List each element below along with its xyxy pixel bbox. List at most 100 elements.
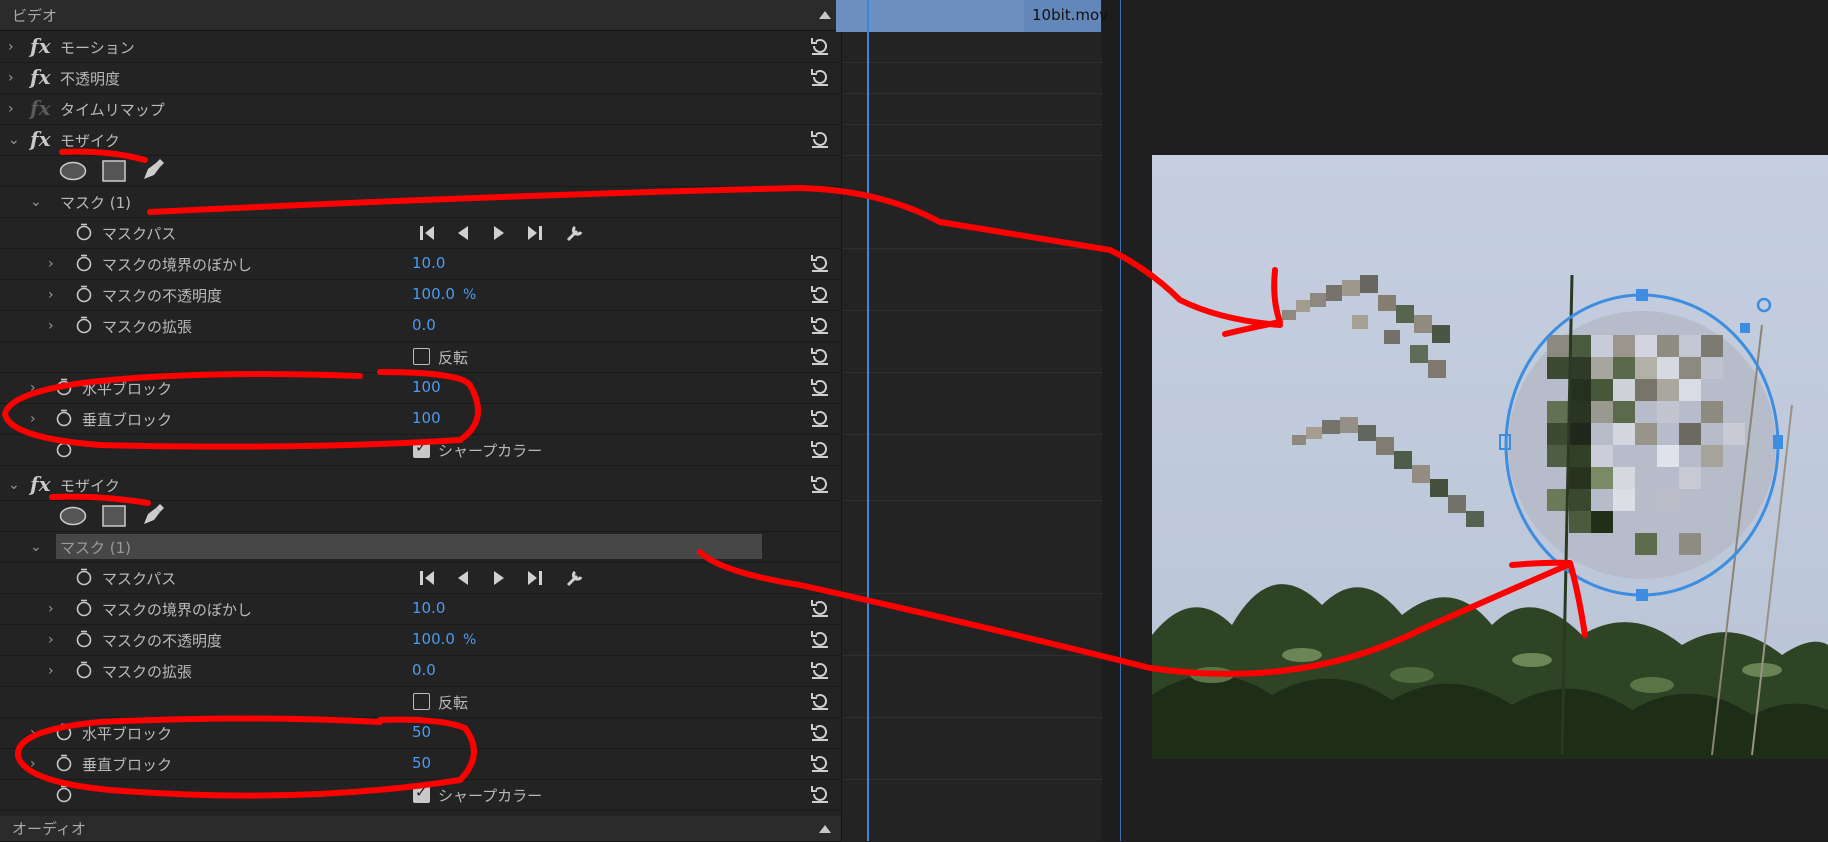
track-backward-frame-icon[interactable] (420, 226, 434, 240)
fx-icon[interactable]: fx (30, 472, 51, 496)
chevron-right-icon[interactable]: › (8, 39, 14, 55)
pen-mask-icon[interactable] (140, 157, 166, 183)
stopwatch-icon[interactable] (55, 723, 73, 741)
mask-vertex-top[interactable] (1636, 289, 1648, 301)
mask-vertex-right[interactable] (1773, 435, 1783, 449)
stopwatch-icon[interactable] (75, 599, 93, 617)
reset-icon[interactable] (809, 252, 831, 274)
reset-icon[interactable] (809, 690, 831, 712)
stopwatch-icon[interactable] (75, 568, 93, 586)
horizontal-blocks-value[interactable]: 50 (412, 723, 431, 741)
wrench-icon[interactable] (566, 570, 583, 587)
rectangle-mask-icon[interactable] (102, 160, 126, 182)
horizontal-blocks-value[interactable]: 100 (412, 378, 441, 396)
fx-icon[interactable]: fx (30, 34, 51, 58)
mask-opacity-value[interactable]: 100.0 (412, 630, 455, 648)
mask-vertex-top-right[interactable] (1740, 323, 1750, 333)
stopwatch-icon[interactable] (75, 630, 93, 648)
wrench-icon[interactable] (566, 225, 583, 242)
chevron-right-icon[interactable]: › (30, 725, 36, 741)
reset-icon[interactable] (809, 283, 831, 305)
collapse-up-icon[interactable] (819, 825, 831, 833)
reset-icon[interactable] (809, 752, 831, 774)
effect-row-mosaic-1[interactable]: ⌄ fx モザイク (0, 124, 841, 156)
invert-checkbox[interactable] (413, 348, 430, 365)
pen-mask-icon[interactable] (140, 502, 166, 528)
reset-icon[interactable] (809, 35, 831, 57)
chevron-down-icon[interactable]: ⌄ (30, 194, 42, 210)
stopwatch-icon[interactable] (75, 285, 93, 303)
chevron-down-icon[interactable]: ⌄ (30, 539, 42, 555)
reset-icon[interactable] (809, 345, 831, 367)
mask-1-row[interactable]: ⌄ マスク (1) (0, 186, 841, 218)
effect-row-opacity[interactable]: › fx 不透明度 (0, 62, 841, 94)
track-forward-frame-icon[interactable] (528, 571, 542, 585)
sharp-colors-checkbox[interactable] (413, 438, 430, 458)
chevron-right-icon[interactable]: › (8, 101, 14, 117)
reset-icon[interactable] (809, 376, 831, 398)
audio-section-header[interactable]: オーディオ (0, 816, 841, 842)
track-forward-icon[interactable] (494, 571, 504, 585)
stopwatch-icon[interactable] (55, 785, 73, 803)
mask-1-row-selected[interactable]: ⌄ マスク (1) (0, 531, 841, 563)
reset-icon[interactable] (809, 407, 831, 429)
reset-icon[interactable] (809, 438, 831, 460)
reset-icon[interactable] (809, 721, 831, 743)
fx-icon[interactable]: fx (30, 127, 51, 151)
stopwatch-icon[interactable] (75, 223, 93, 241)
chevron-down-icon[interactable]: ⌄ (8, 477, 20, 493)
stopwatch-icon[interactable] (55, 440, 73, 458)
mask-vertex-bottom[interactable] (1636, 589, 1648, 601)
ellipse-mask-icon[interactable] (59, 506, 87, 526)
track-backward-frame-icon[interactable] (420, 571, 434, 585)
chevron-right-icon[interactable]: › (48, 601, 54, 617)
stopwatch-icon[interactable] (55, 754, 73, 772)
fx-icon[interactable]: fx (30, 65, 51, 89)
reset-icon[interactable] (809, 314, 831, 336)
chevron-right-icon[interactable]: › (8, 70, 14, 86)
playhead[interactable] (867, 0, 869, 841)
track-backward-icon[interactable] (458, 226, 468, 240)
chevron-right-icon[interactable]: › (30, 380, 36, 396)
chevron-right-icon[interactable]: › (48, 632, 54, 648)
ellipse-mask-icon[interactable] (59, 161, 87, 181)
effect-timeline[interactable] (841, 0, 1102, 841)
mask-expansion-value[interactable]: 0.0 (412, 661, 436, 679)
vertical-blocks-value[interactable]: 50 (412, 754, 431, 772)
stopwatch-icon[interactable] (55, 378, 73, 396)
reset-icon[interactable] (809, 473, 831, 495)
reset-icon[interactable] (809, 783, 831, 805)
stopwatch-icon[interactable] (75, 254, 93, 272)
effect-row-time-remap[interactable]: › fx タイムリマップ (0, 93, 841, 125)
effect-row-mosaic-2[interactable]: ⌄ fx モザイク (0, 469, 841, 501)
rectangle-mask-icon[interactable] (102, 505, 126, 527)
stopwatch-icon[interactable] (75, 661, 93, 679)
video-section-header[interactable]: ビデオ (0, 0, 841, 31)
mask-expansion-value[interactable]: 0.0 (412, 316, 436, 334)
reset-icon[interactable] (809, 66, 831, 88)
vertical-blocks-value[interactable]: 100 (412, 409, 441, 427)
chevron-right-icon[interactable]: › (48, 287, 54, 303)
chevron-right-icon[interactable]: › (30, 411, 36, 427)
mask-feather-value[interactable]: 10.0 (412, 254, 445, 272)
effect-row-motion[interactable]: › fx モーション (0, 31, 841, 63)
video-preview[interactable] (1152, 155, 1828, 759)
mask-feather-value[interactable]: 10.0 (412, 599, 445, 617)
track-forward-icon[interactable] (494, 226, 504, 240)
track-forward-frame-icon[interactable] (528, 226, 542, 240)
sharp-colors-checkbox[interactable] (413, 783, 430, 803)
chevron-right-icon[interactable]: › (48, 663, 54, 679)
invert-checkbox[interactable] (413, 693, 430, 710)
chevron-right-icon[interactable]: › (30, 756, 36, 772)
stopwatch-icon[interactable] (55, 409, 73, 427)
reset-icon[interactable] (809, 628, 831, 650)
stopwatch-icon[interactable] (75, 316, 93, 334)
chevron-down-icon[interactable]: ⌄ (8, 132, 20, 148)
mask-opacity-value[interactable]: 100.0 (412, 285, 455, 303)
chevron-right-icon[interactable]: › (48, 256, 54, 272)
reset-icon[interactable] (809, 597, 831, 619)
reset-icon[interactable] (809, 128, 831, 150)
collapse-up-icon[interactable] (819, 11, 831, 19)
timeline-clip[interactable]: 10bit.mov (836, 0, 1108, 32)
reset-icon[interactable] (809, 659, 831, 681)
